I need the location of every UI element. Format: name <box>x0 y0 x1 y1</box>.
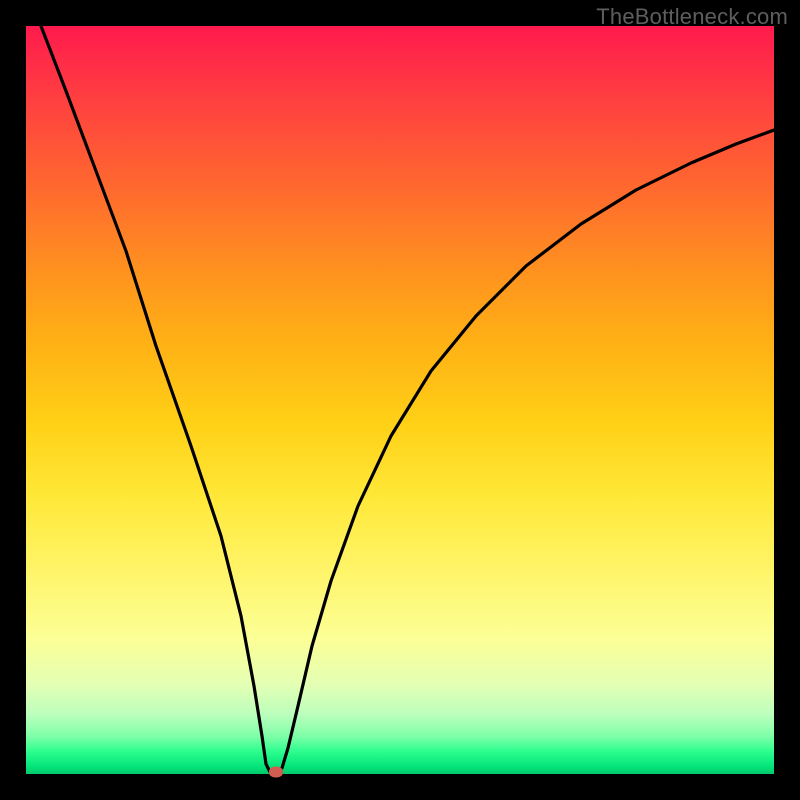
bottleneck-curve <box>26 26 774 774</box>
watermark-text: TheBottleneck.com <box>596 4 788 30</box>
chart-frame: TheBottleneck.com <box>0 0 800 800</box>
optimal-point-marker <box>269 767 283 778</box>
curve-path <box>41 26 774 773</box>
plot-area <box>26 26 774 774</box>
